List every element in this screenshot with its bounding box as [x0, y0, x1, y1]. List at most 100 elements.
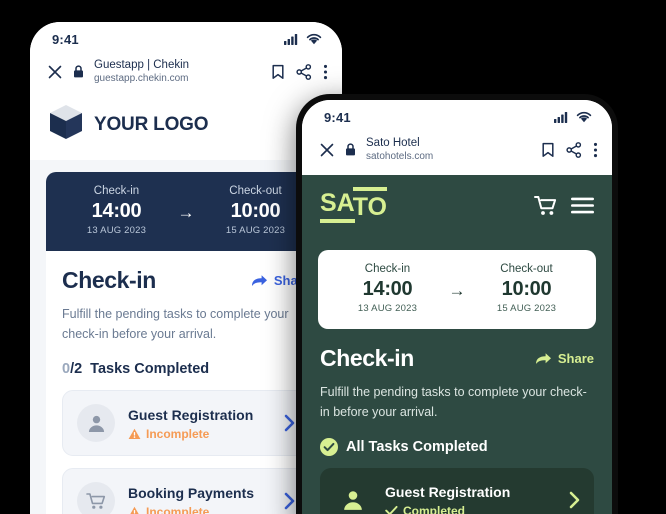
tasks-progress-row: All Tasks Completed — [320, 438, 594, 456]
check-icon — [385, 505, 398, 514]
stay-dates-strip: Check-in 14:00 13 AUG 2023 → Check-out 1… — [318, 250, 596, 329]
app-header: SA TO — [302, 175, 612, 236]
stay-summary-card: Check-in 14:00 13 AUG 2023 → Check-out 1… — [318, 250, 596, 329]
tasks-progress-label: Tasks Completed — [90, 361, 210, 377]
checkout-date: 15 AUG 2023 — [225, 225, 286, 236]
status-bar-time: 9:41 — [324, 109, 351, 125]
page-url: satohotels.com — [366, 151, 434, 162]
tasks-completed-count: 0 — [62, 361, 71, 377]
task-name: Guest Registration — [128, 406, 254, 423]
shopping-cart-icon — [77, 482, 115, 514]
status-bar-time: 9:41 — [52, 31, 79, 47]
checkin-column: Check-in 14:00 13 AUG 2023 — [345, 262, 431, 316]
shopping-cart-icon[interactable] — [534, 195, 557, 216]
cellular-signal-icon — [554, 111, 569, 123]
bookmark-icon[interactable] — [541, 142, 555, 158]
arrow-right-icon: → — [177, 202, 195, 222]
page-title: Sato Hotel — [366, 137, 420, 149]
checkin-section: Check-in Share Fulfill the pending tasks… — [46, 251, 326, 514]
status-bar: 9:41 — [302, 100, 612, 130]
task-status-text: Completed — [403, 503, 466, 514]
share-arrow-icon — [251, 274, 268, 288]
lock-icon — [66, 65, 90, 78]
task-name: Guest Registration — [385, 483, 511, 500]
arrow-right-icon: → — [448, 280, 466, 300]
checkin-column: Check-in 14:00 13 AUG 2023 — [74, 184, 160, 238]
share-icon[interactable] — [566, 141, 582, 158]
checkin-title: Check-in — [62, 267, 156, 293]
header-actions — [534, 195, 594, 216]
chevron-right-icon[interactable] — [565, 491, 580, 509]
chevron-right-icon[interactable] — [280, 414, 295, 432]
checkin-description: Fulfill the pending tasks to complete yo… — [62, 307, 289, 341]
address-bar[interactable]: Guestapp | Chekin guestapp.chekin.com — [90, 58, 265, 85]
tasks-progress-row: 0/2 Tasks Completed — [62, 360, 310, 378]
task-text-column: Guest Registration Completed — [385, 483, 552, 514]
checkout-label: Check-out — [500, 263, 553, 275]
task-row-booking-payments[interactable]: Booking Payments Incomplete — [62, 468, 310, 514]
checkout-column: Check-out 10:00 15 AUG 2023 — [484, 262, 570, 316]
checkout-column: Check-out 10:00 15 AUG 2023 — [213, 184, 299, 238]
bookmark-icon[interactable] — [271, 64, 285, 80]
wifi-icon — [576, 111, 592, 123]
cube-logo-icon — [48, 103, 84, 146]
brand-logo[interactable]: YOUR LOGO — [48, 103, 209, 146]
task-text-column: Guest Registration Incomplete — [128, 406, 267, 441]
warning-triangle-icon — [128, 428, 141, 440]
checkout-time: 10:00 — [230, 200, 281, 222]
brand-logo[interactable]: SA TO — [320, 187, 387, 223]
checkin-label: Check-in — [93, 185, 140, 197]
close-icon[interactable] — [316, 143, 338, 157]
share-button-label: Share — [557, 351, 594, 366]
checkin-header-row: Check-in Share — [62, 267, 310, 294]
status-bar: 9:41 — [30, 22, 342, 52]
stay-summary-card: Check-in 14:00 13 AUG 2023 → Check-out 1… — [46, 172, 326, 514]
task-row-guest-registration[interactable]: Guest Registration Incomplete — [62, 390, 310, 456]
checkout-date: 15 AUG 2023 — [496, 303, 557, 314]
brand-logo-text-sa: SA — [320, 190, 355, 223]
tasks-progress-label: All Tasks Completed — [346, 439, 488, 455]
task-status: Completed — [385, 504, 552, 514]
checkin-time: 14:00 — [91, 200, 142, 222]
hamburger-menu-icon[interactable] — [571, 197, 594, 214]
browser-actions — [265, 63, 328, 80]
more-vertical-icon[interactable] — [593, 142, 598, 158]
checkout-time: 10:00 — [501, 278, 552, 300]
checkin-date: 13 AUG 2023 — [357, 303, 418, 314]
chevron-right-icon[interactable] — [280, 492, 295, 510]
person-icon — [77, 404, 115, 442]
brand-logo-text-to: TO — [352, 187, 387, 220]
task-name: Booking Payments — [128, 484, 255, 501]
page-body: Check-in 14:00 13 AUG 2023 → Check-out 1… — [302, 236, 612, 514]
checkin-label: Check-in — [364, 263, 411, 275]
lock-icon — [338, 143, 362, 156]
share-icon[interactable] — [296, 63, 312, 80]
wifi-icon — [306, 33, 322, 45]
page-title: Guestapp | Chekin — [94, 59, 190, 71]
checkout-label: Check-out — [229, 185, 282, 197]
more-vertical-icon[interactable] — [323, 64, 328, 80]
address-bar[interactable]: Sato Hotel satohotels.com — [362, 136, 535, 163]
close-icon[interactable] — [44, 65, 66, 79]
task-text-column: Booking Payments Incomplete — [128, 484, 267, 514]
browser-actions — [535, 141, 598, 158]
checkin-description: Fulfill the pending tasks to complete yo… — [320, 385, 587, 419]
task-status: Incomplete — [128, 505, 267, 514]
check-circle-icon — [320, 438, 338, 456]
tasks-progress-fraction: 0/2 — [62, 360, 82, 378]
brand-logo-text: YOUR LOGO — [94, 113, 209, 135]
phone-mockup-sato-hotel: 9:41 Sato Hotel satohotels.com SA TO Che… — [302, 100, 612, 514]
screenshot-stage: 9:41 Guestapp | Chekin guestapp.chekin.c… — [0, 0, 666, 514]
task-row-guest-registration[interactable]: Guest Registration Completed — [320, 468, 594, 514]
status-bar-icons — [284, 33, 322, 45]
task-status-text: Incomplete — [146, 504, 210, 514]
stay-dates-strip: Check-in 14:00 13 AUG 2023 → Check-out 1… — [46, 172, 326, 251]
checkin-header-row: Check-in Share — [320, 345, 594, 372]
status-bar-icons — [554, 111, 592, 123]
cellular-signal-icon — [284, 33, 299, 45]
checkin-time: 14:00 — [362, 278, 413, 300]
checkin-date: 13 AUG 2023 — [86, 225, 147, 236]
tasks-total-count: /2 — [70, 361, 83, 377]
share-button[interactable]: Share — [535, 351, 594, 366]
page-url: guestapp.chekin.com — [94, 73, 189, 84]
